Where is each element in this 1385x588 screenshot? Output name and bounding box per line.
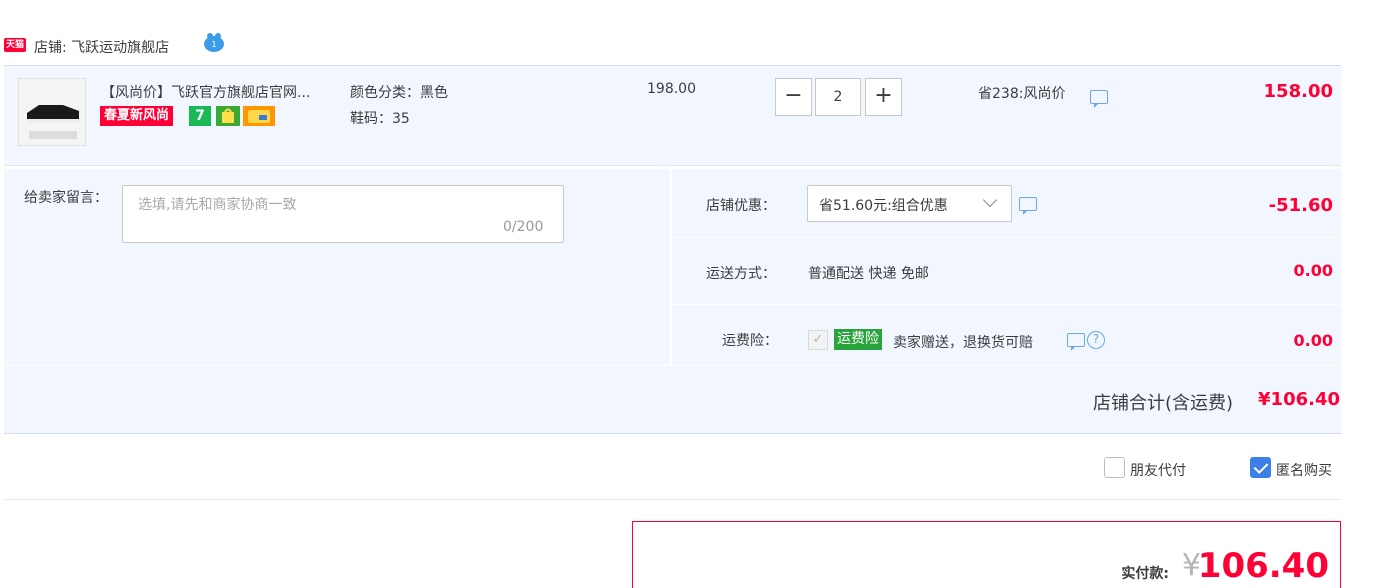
store-subtotal-label: 店铺合计(含运费) bbox=[1092, 393, 1233, 414]
insurance-label: 运费险： bbox=[722, 333, 778, 349]
shop-discount-value: -51.60 bbox=[1268, 195, 1333, 216]
help-icon[interactable]: ? bbox=[1087, 331, 1105, 349]
message-icon[interactable] bbox=[1090, 90, 1108, 108]
quantity-decrease-button[interactable]: − bbox=[775, 78, 812, 116]
promo-tag: 春夏新风尚 bbox=[100, 106, 174, 126]
friend-pay-checkbox[interactable] bbox=[1104, 457, 1125, 478]
shipping-fee: 0.00 bbox=[1293, 261, 1333, 280]
remark-label: 给卖家留言： bbox=[24, 190, 108, 206]
quantity-increase-button[interactable]: + bbox=[865, 78, 902, 116]
sku-size: 鞋码：35 bbox=[350, 111, 410, 127]
shop-discount-selected: 省51.60元:组合优惠 bbox=[819, 198, 948, 214]
anonymous-label[interactable]: 匿名购买 bbox=[1276, 460, 1332, 480]
item-discount-note: 省238:风尚价 bbox=[978, 86, 1066, 102]
svg-text:1: 1 bbox=[211, 40, 216, 49]
remark-placeholder: 选填,请先和商家协商一致 bbox=[138, 197, 297, 213]
store-subtotal-value: ¥106.40 bbox=[1258, 389, 1340, 410]
friend-pay-label[interactable]: 朋友代付 bbox=[1130, 460, 1186, 480]
insurance-fee: 0.00 bbox=[1293, 331, 1333, 350]
payment-amount: 106.40 bbox=[1197, 546, 1329, 586]
shop-discount-label: 店铺优惠： bbox=[706, 198, 776, 214]
seven-day-return-icon: 7 bbox=[189, 106, 211, 126]
divider bbox=[4, 499, 1341, 500]
remark-char-count: 0/200 bbox=[503, 219, 544, 235]
wangwang-chat-icon[interactable]: 1 bbox=[203, 33, 225, 53]
insurance-badge: 运费险 bbox=[834, 329, 882, 350]
quantity-input[interactable]: 2 bbox=[815, 78, 861, 116]
message-icon[interactable] bbox=[1067, 333, 1085, 351]
anonymous-checkbox[interactable] bbox=[1250, 457, 1271, 478]
tmall-logo: 天猫 bbox=[4, 38, 26, 52]
shopping-bag-icon bbox=[216, 106, 240, 126]
insurance-description: 卖家赠送，退换货可赔 bbox=[893, 335, 1033, 351]
sku-color: 颜色分类：黑色 bbox=[350, 85, 448, 101]
message-icon[interactable] bbox=[1019, 197, 1037, 215]
credit-card-icon bbox=[243, 106, 275, 126]
product-thumbnail[interactable] bbox=[18, 78, 86, 146]
unit-price: 198.00 bbox=[647, 81, 696, 97]
shipping-method: 普通配送 快递 免邮 bbox=[808, 266, 929, 282]
insurance-checkbox[interactable]: ✓ bbox=[808, 330, 828, 350]
product-title[interactable]: 【风尚价】飞跃官方旗舰店官网... bbox=[101, 82, 310, 102]
shipping-label: 运送方式： bbox=[706, 266, 776, 282]
item-total-price: 158.00 bbox=[1263, 81, 1333, 102]
payment-label: 实付款: bbox=[1121, 566, 1169, 582]
store-name[interactable]: 店铺: 飞跃运动旗舰店 bbox=[34, 37, 169, 57]
